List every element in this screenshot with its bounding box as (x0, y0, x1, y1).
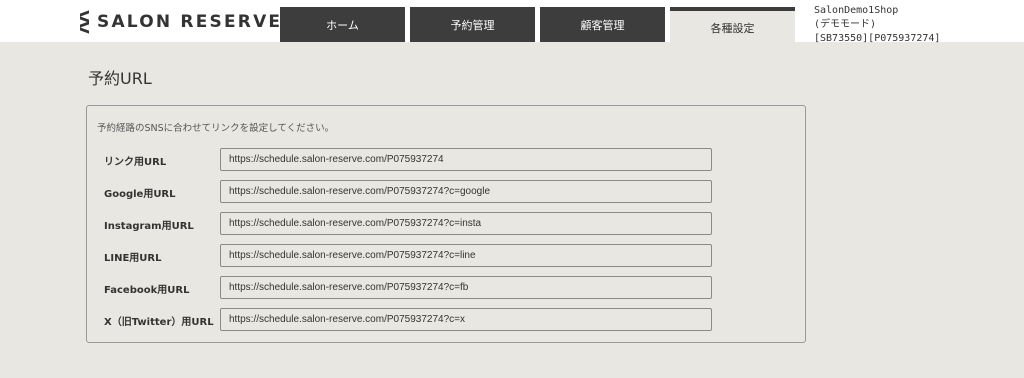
url-row-link: リンク用URL (87, 148, 805, 171)
salon-reserve-logo[interactable]: SALON RESERVE (80, 10, 283, 34)
tab-label: 予約管理 (450, 18, 495, 32)
page-title: 予約URL (88, 69, 152, 88)
tab-home[interactable]: ホーム (280, 7, 405, 42)
tab-reservation-management[interactable]: 予約管理 (410, 7, 535, 42)
url-settings-panel: 予約経路のSNSに合わせてリンクを設定してください。 リンク用URL Googl… (86, 105, 806, 343)
facebook-url-field[interactable] (220, 276, 712, 299)
mode-label: (デモモード) (814, 19, 877, 30)
url-row-instagram: Instagram用URL (87, 212, 805, 235)
url-row-label: リンク用URL (104, 157, 167, 168)
logo-text: SALON RESERVE (97, 12, 283, 32)
top-header: SALON RESERVE ホーム 予約管理 顧客管理 各種設定 SalonDe… (0, 0, 1024, 44)
instagram-url-field[interactable] (220, 212, 712, 235)
url-row-label: LINE用URL (104, 253, 162, 264)
url-row-x: X（旧Twitter）用URL (87, 308, 805, 331)
shop-name: SalonDemo1Shop (814, 5, 899, 16)
url-row-label: Facebook用URL (104, 285, 190, 296)
link-url-field[interactable] (220, 148, 712, 171)
url-row-label: Instagram用URL (104, 221, 194, 232)
tab-label: 顧客管理 (580, 18, 625, 32)
account-ids: [SB73550][P075937274] (814, 33, 941, 44)
tab-settings[interactable]: 各種設定 (670, 7, 795, 42)
url-row-facebook: Facebook用URL (87, 276, 805, 299)
x-url-field[interactable] (220, 308, 712, 331)
account-info: SalonDemo1Shop (デモモード) [SB73550][P075937… (814, 4, 1019, 46)
tab-label: ホーム (326, 18, 359, 32)
url-row-google: Google用URL (87, 180, 805, 203)
tab-customer-management[interactable]: 顧客管理 (540, 7, 665, 42)
url-row-line: LINE用URL (87, 244, 805, 267)
url-row-label: X（旧Twitter）用URL (104, 317, 214, 328)
panel-description: 予約経路のSNSに合わせてリンクを設定してください。 (97, 123, 335, 134)
logo-icon (80, 10, 90, 34)
url-row-label: Google用URL (104, 189, 176, 200)
google-url-field[interactable] (220, 180, 712, 203)
line-url-field[interactable] (220, 244, 712, 267)
tab-label: 各種設定 (710, 21, 755, 35)
